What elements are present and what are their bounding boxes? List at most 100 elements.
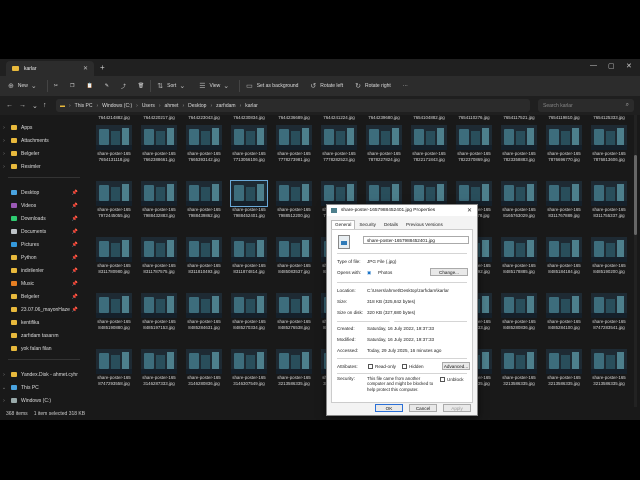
sidebar-item[interactable]: Pictures 📌 — [0, 238, 84, 251]
tab-details[interactable]: Details — [380, 220, 402, 229]
file-item[interactable]: share-poster-165 8485276538.jpg — [272, 293, 316, 333]
search-input[interactable]: Search karlar ⌕ — [538, 99, 634, 112]
sidebar-item[interactable]: › Attachments — [0, 134, 84, 147]
file-item[interactable]: share-poster-165 8485184184.jpg — [542, 237, 586, 277]
minimize-icon[interactable]: — — [590, 62, 597, 69]
sidebar-item[interactable]: Music 📌 — [0, 277, 84, 290]
breadcrumb[interactable]: ▬ › This PC › Windows (C:) › Users › ahm… — [56, 99, 530, 112]
change-button[interactable]: Change... — [430, 268, 468, 276]
new-tab-icon[interactable]: + — [100, 63, 105, 72]
file-item[interactable]: share-poster-165 8165763029.jpg — [497, 181, 541, 221]
file-item[interactable]: share-poster-165 7988452401.jpg — [227, 180, 271, 221]
file-item[interactable]: share-poster-165 8485083537.jpg — [272, 237, 316, 277]
set-background-button[interactable]: ▭ Set as background — [246, 76, 298, 96]
rename-icon[interactable]: ✎ — [105, 76, 109, 96]
ok-button[interactable]: OK — [375, 404, 403, 412]
sidebar-item[interactable]: Desktop 📌 — [0, 186, 84, 199]
up-icon[interactable]: ↑ — [43, 102, 47, 109]
expand-icon[interactable]: › — [0, 151, 8, 157]
file-item[interactable]: share-poster-165 8485190200.jpg — [587, 237, 631, 277]
file-item[interactable]: share-poster-165 7665393142.jpg — [182, 125, 226, 165]
sidebar-item[interactable]: yok falan filan — [0, 342, 84, 355]
cut-icon[interactable]: ✂ — [54, 76, 58, 96]
file-caption[interactable]: 7654110276.jpg — [452, 115, 496, 120]
apply-button[interactable]: Apply — [443, 404, 471, 412]
expand-icon[interactable]: › — [0, 138, 8, 144]
file-item[interactable]: share-poster-165 3146280836.jpg — [182, 349, 226, 389]
file-caption[interactable]: 7654119810.jpg — [542, 115, 586, 120]
file-item[interactable]: share-poster-165 7822370869.jpg — [452, 125, 496, 165]
sidebar-item[interactable]: 23.07.06_mayonHaze 📌 — [0, 303, 84, 316]
file-item[interactable]: share-poster-165 7654131118.jpg — [92, 125, 136, 165]
file-item[interactable]: share-poster-165 8311810493.jpg — [182, 237, 226, 277]
sidebar-item[interactable]: kentifika — [0, 316, 84, 329]
view-button[interactable]: ☰ View ⌄ — [199, 76, 233, 96]
file-item[interactable]: share-poster-165 7822171843.jpg — [407, 125, 451, 165]
more-options-button[interactable]: ··· — [403, 76, 408, 96]
sidebar-item[interactable]: › Belgeler — [0, 147, 84, 160]
sidebar-item[interactable]: › Yandex.Disk - ahmet.cyhr — [0, 368, 84, 381]
file-caption[interactable]: 7654117521.jpg — [497, 115, 541, 120]
sidebar-item[interactable]: Videos 📌 — [0, 199, 84, 212]
file-item[interactable]: share-poster-165 7778273981.jpg — [272, 125, 316, 165]
maximize-icon[interactable]: ▢ — [608, 62, 615, 70]
file-item[interactable]: share-poster-165 7988432883.jpg — [137, 181, 181, 221]
expand-icon[interactable]: › — [0, 398, 8, 404]
file-item[interactable]: share-poster-165 8485270334.jpg — [227, 293, 271, 333]
sidebar-item[interactable]: Belgeler 📌 — [0, 290, 84, 303]
file-caption[interactable]: 7644223043.jpg — [182, 115, 226, 120]
delete-icon[interactable]: 🗑 — [138, 76, 144, 96]
file-item[interactable]: share-poster-165 7876696770.jpg — [542, 125, 586, 165]
tab-karlar[interactable]: karlar ✕ — [6, 61, 94, 76]
cancel-button[interactable]: Cancel — [409, 404, 437, 412]
crumb-users[interactable]: Users — [142, 103, 155, 109]
crumb-karlar[interactable]: karlar — [245, 103, 258, 109]
file-item[interactable]: share-poster-165 7972445055.jpg — [92, 181, 136, 221]
expand-icon[interactable]: › — [0, 125, 8, 131]
expand-icon[interactable]: ⌄ — [0, 385, 8, 391]
file-item[interactable]: share-poster-165 8311780980.jpg — [92, 237, 136, 277]
expand-icon[interactable]: › — [0, 372, 8, 378]
file-item[interactable]: share-poster-165 8747293558.jpg — [92, 349, 136, 389]
readonly-checkbox[interactable] — [368, 364, 373, 369]
file-item[interactable]: share-poster-165 7823358883.jpg — [497, 125, 541, 165]
file-item[interactable]: share-poster-165 7988512200.jpg — [272, 181, 316, 221]
paste-icon[interactable]: 📋 — [86, 76, 92, 96]
file-item[interactable]: share-poster-165 8311755337.jpg — [587, 181, 631, 221]
file-item[interactable]: share-poster-165 8485197153.jpg — [137, 293, 181, 333]
crumb-windows-c[interactable]: Windows (C:) — [102, 103, 132, 109]
new-button[interactable]: ⊕ New ⌄ — [8, 76, 41, 96]
file-item[interactable]: share-poster-165 8311787575.jpg — [137, 237, 181, 277]
file-item[interactable]: share-poster-165 7778282523.jpg — [317, 125, 361, 165]
copy-icon[interactable]: ❐ — [70, 76, 74, 96]
file-item[interactable]: share-poster-1653213586335.jpg — [542, 349, 586, 389]
file-item[interactable]: share-poster-165 8485284100.jpg — [542, 293, 586, 333]
sidebar-item[interactable]: › Resimler — [0, 160, 84, 173]
file-item[interactable]: share-poster-1653213586335.jpg — [587, 349, 631, 389]
back-icon[interactable]: ← — [6, 102, 13, 109]
sidebar-item[interactable]: zarfıdam tasarım — [0, 329, 84, 342]
crumb-ahmet[interactable]: ahmet — [165, 103, 179, 109]
sidebar-item[interactable]: › Apps — [0, 121, 84, 134]
file-item[interactable]: share-poster-165 8311767889.jpg — [542, 181, 586, 221]
forward-icon[interactable]: → — [19, 102, 26, 109]
file-caption[interactable]: 7644220217.jpg — [137, 115, 181, 120]
sidebar-item[interactable]: Documents 📌 — [0, 225, 84, 238]
file-item[interactable]: share-poster-1653213586335.jpg — [497, 349, 541, 389]
file-caption[interactable]: 7644239680.jpg — [362, 115, 406, 120]
sort-button[interactable]: ⇅ Sort ⌄ — [157, 76, 189, 96]
file-caption[interactable]: 7644241224.jpg — [317, 115, 361, 120]
rotate-right-button[interactable]: ↻ Rotate right — [355, 76, 391, 96]
crumb-this-pc[interactable]: This PC — [75, 103, 93, 109]
file-caption[interactable]: 7644214882.jpg — [92, 115, 136, 120]
sidebar-item[interactable]: indirilenler 📌 — [0, 264, 84, 277]
file-caption[interactable]: 7654104882.jpg — [407, 115, 451, 120]
filename-field[interactable]: share-poster-1657988452401.jpg — [363, 236, 469, 244]
tab-security[interactable]: Security — [355, 220, 380, 229]
file-item[interactable]: share-poster-165 3146307549.jpg — [227, 349, 271, 389]
file-item[interactable]: share-poster-165 7662388661.jpg — [137, 125, 181, 165]
expand-icon[interactable]: › — [0, 164, 8, 170]
hidden-checkbox[interactable] — [402, 364, 407, 369]
file-item[interactable]: share-poster-165 8485280836.jpg — [497, 293, 541, 333]
file-item[interactable]: share-poster-1653213586335.jpg — [272, 349, 316, 389]
